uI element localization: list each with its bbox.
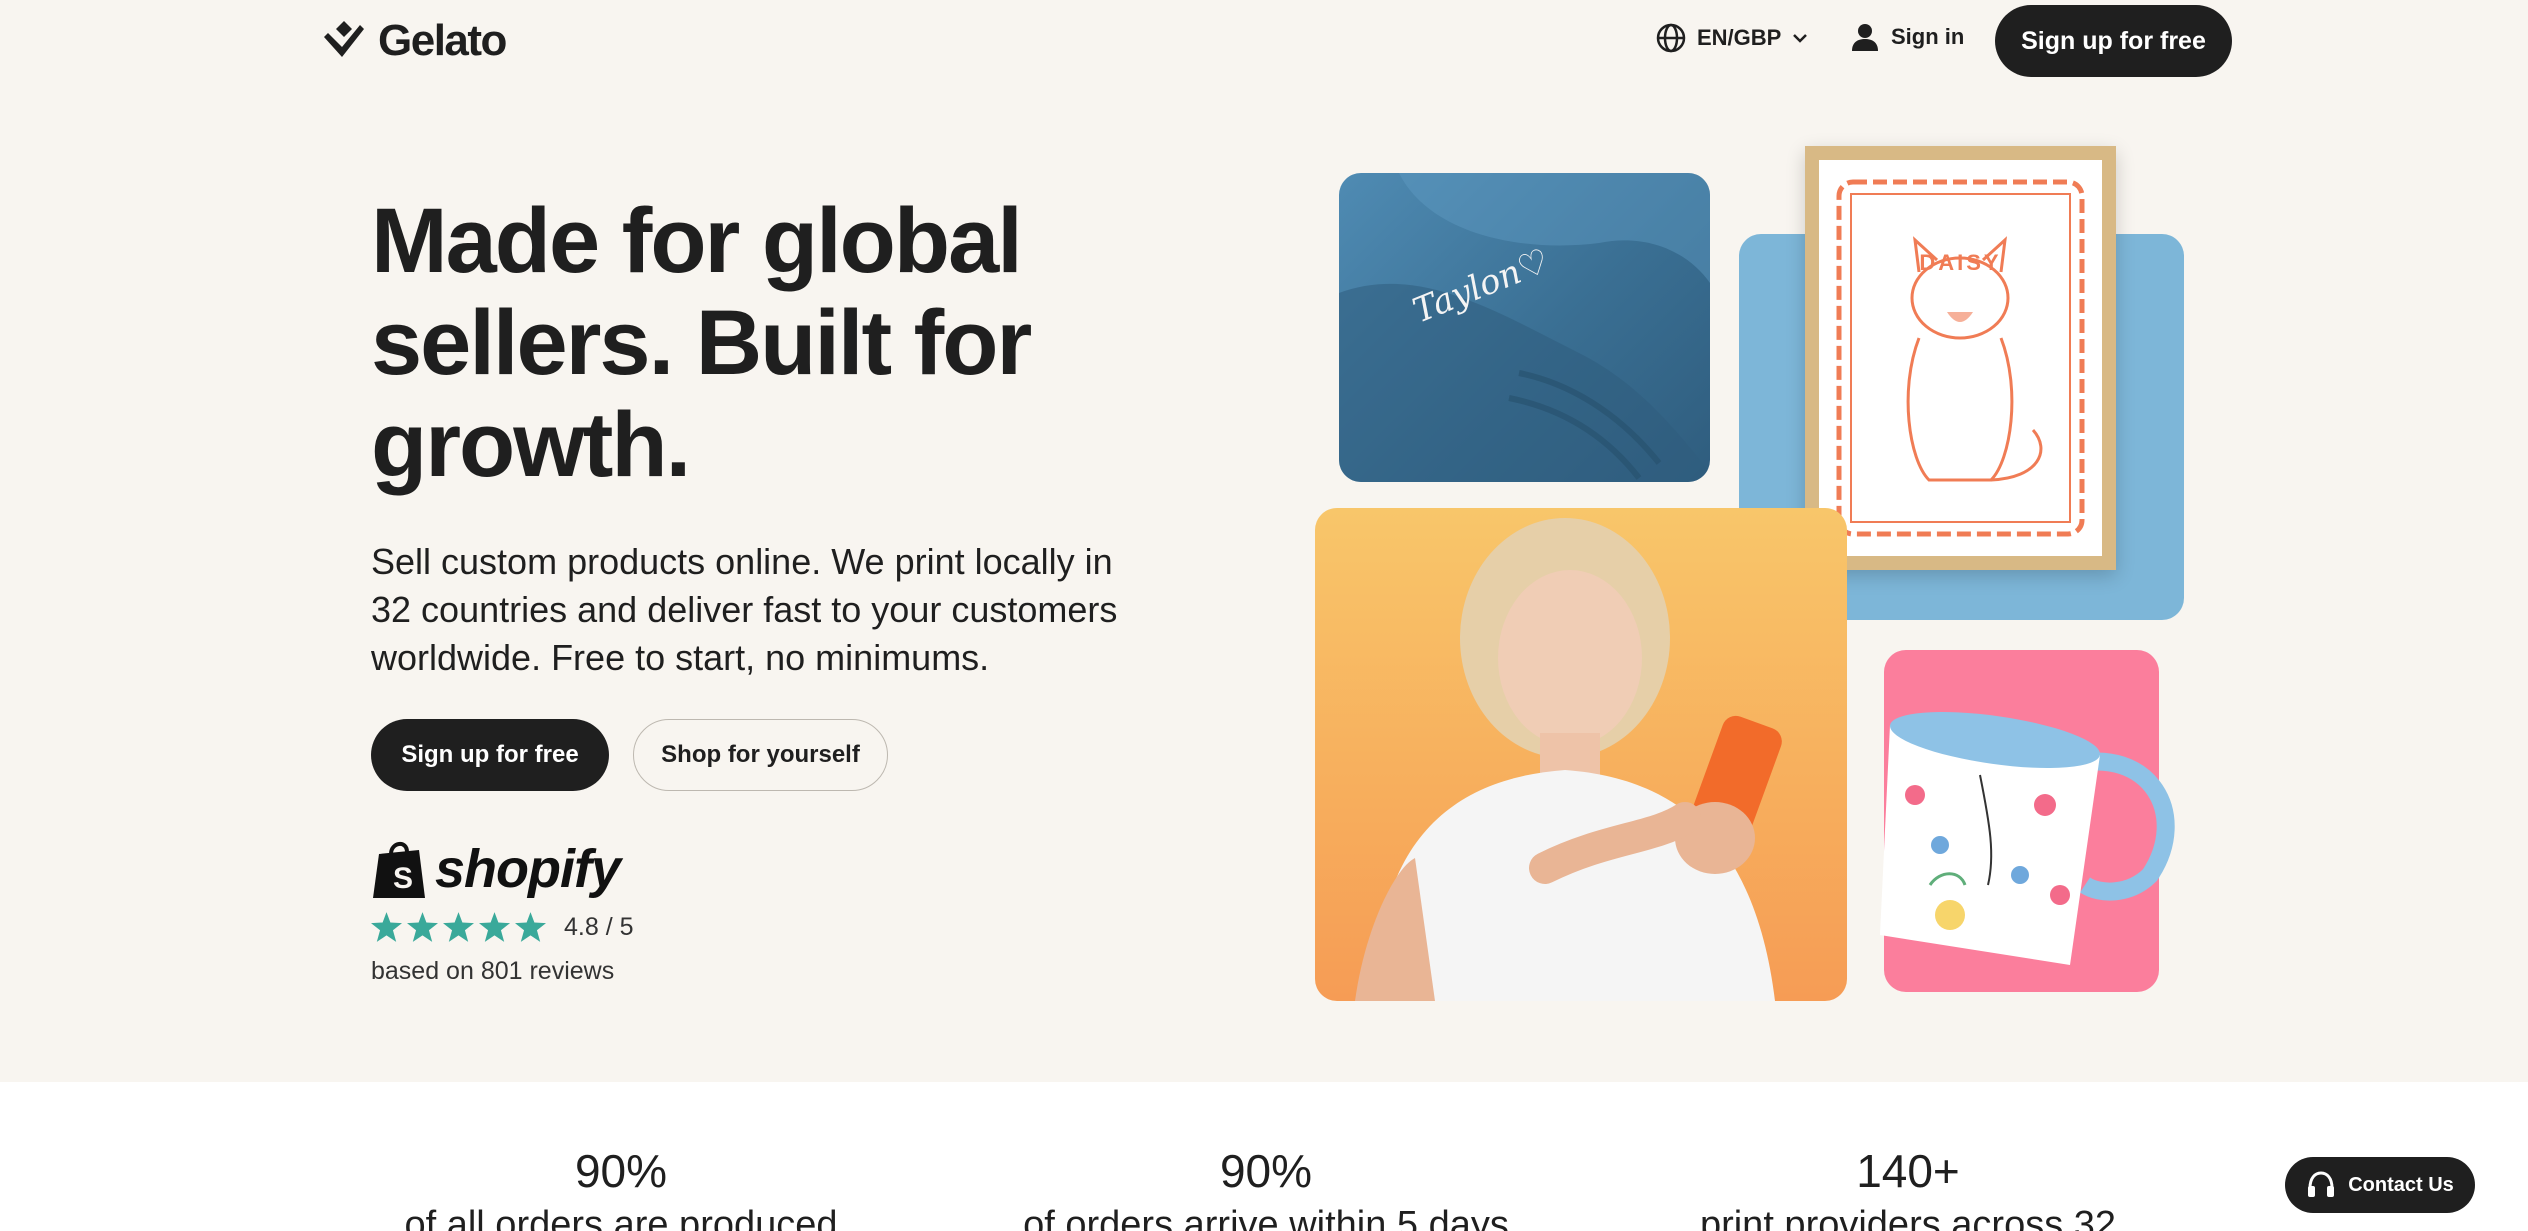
star-icon [515,912,546,942]
hero-subtitle-line: worldwide. Free to start, no minimums. [371,637,990,678]
stats-section: 90% of all orders are produced 90% of or… [0,1082,2528,1231]
star-rating [371,912,546,942]
reviews-count: based on 801 reviews [371,957,615,985]
chevron-down-icon [1793,34,1808,43]
gelato-logo-icon [324,21,364,57]
hero-subtitle-line: 32 countries and deliver fast to your cu… [371,589,1118,630]
woman-illustration [1355,518,1782,1001]
hero-title: Made for global sellers. Built for growt… [371,190,1091,496]
globe-icon [1656,23,1686,53]
star-icon [407,912,438,942]
sign-in-link[interactable]: Sign in [1851,22,1964,52]
hero-signup-button[interactable]: Sign up for free [371,719,609,791]
site-header: Gelato EN/GBP Sign in Sign up for free [0,0,2528,80]
stat-item: 90% of orders arrive within 5 days [1006,1144,1526,1231]
hoodie-illustration: Taylon♡ [1339,173,1710,482]
header-signup-button[interactable]: Sign up for free [1995,5,2232,77]
frame-print-title: DAISY [1919,250,2002,275]
language-label: EN/GBP [1697,25,1782,50]
hero-title-line: growth. [371,394,691,496]
rating-value: 4.8 / 5 [564,912,634,941]
sign-in-label: Sign in [1891,24,1965,49]
woman-with-phone-image [1315,508,1847,1001]
stat-item: 140+ print providers across 32 [1648,1144,2168,1231]
star-icon [371,912,402,942]
stat-item: 90% of all orders are produced [361,1144,881,1231]
hero-subtitle: Sell custom products online. We print lo… [371,538,1191,682]
headset-icon [2308,1171,2335,1197]
shopify-logo: S shopify [371,838,621,900]
rating-row: 4.8 / 5 [371,912,634,942]
stat-value: 90% [574,1145,668,1197]
language-selector[interactable]: EN/GBP [1655,22,1809,54]
shopify-wordmark: shopify [435,839,621,899]
hero-title-line: sellers. Built for [371,292,1032,394]
stat-value: 90% [1219,1145,1313,1197]
svg-text:S: S [393,862,413,895]
stat-text: of all orders are produced [404,1204,838,1231]
contact-us-button[interactable]: Contact Us [2285,1157,2475,1213]
stat-text: of orders arrive within 5 days [1023,1204,1509,1231]
hoodie-image: Taylon♡ [1339,173,1710,482]
hero-title-line: Made for global [371,190,1023,292]
user-icon [1852,24,1878,51]
star-icon [443,912,474,942]
star-icon [479,912,510,942]
contact-us-label: Contact Us [2348,1173,2454,1196]
stat-text: print providers across 32 [1699,1204,2117,1231]
daisy-cat-framed-print: DAISY [1805,146,2116,570]
stat-value: 140+ [1856,1145,1960,1197]
hero-subtitle-line: Sell custom products online. We print lo… [371,541,1113,582]
gelato-logo[interactable]: Gelato [322,16,507,66]
cat-print-illustration [1836,179,2085,537]
shop-for-yourself-button[interactable]: Shop for yourself [633,719,888,791]
shopify-bag-icon: S [373,842,425,898]
logo-text: Gelato [378,16,507,65]
floral-mug-illustration [1880,712,2175,965]
